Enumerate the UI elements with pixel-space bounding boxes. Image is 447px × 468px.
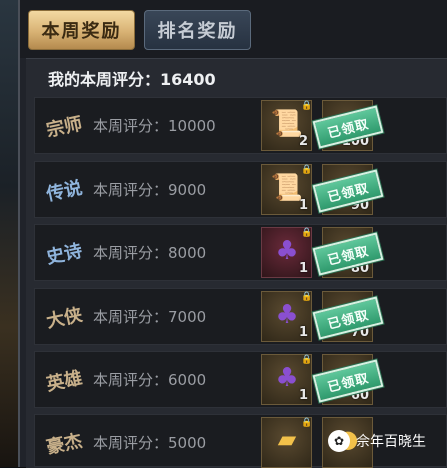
reward-item-slot[interactable]: 🔒 ♣ 1: [261, 354, 312, 405]
reward-row: 史诗 本周评分：8000 🔒 ♣ 1 ● 80 已领取: [34, 224, 447, 281]
tab-weekly-rewards[interactable]: 本周奖励: [28, 10, 135, 50]
row-score-label: 本周评分：10000: [93, 117, 216, 135]
item-count: 1: [298, 198, 308, 213]
watermark-text: 佘年百晓生: [356, 434, 426, 450]
reward-item-slot[interactable]: 🔒 ♣ 1: [261, 227, 312, 278]
reward-item-slot[interactable]: 🔒 ▰: [261, 417, 312, 468]
reward-row: 大侠 本周评分：7000 🔒 ♣ 1 ● 70 已领取: [34, 288, 447, 345]
row-score-label: 本周评分：6000: [93, 371, 207, 389]
claimed-stamp: 已领取: [312, 359, 384, 403]
claimed-stamp: 已领取: [312, 169, 384, 213]
background-scenery: [0, 0, 18, 467]
wechat-icon: ✿: [328, 430, 350, 452]
reward-row: 传说 本周评分：9000 🔒 📜 1 ● 90 已领取: [34, 161, 447, 218]
reward-row: 英雄 本周评分：6000 🔒 ♣ 1 ● 60 已领取: [34, 351, 447, 408]
row-score-label: 本周评分：5000: [93, 434, 207, 452]
row-score-label: 本周评分：9000: [93, 181, 207, 199]
tab-ranking-rewards[interactable]: 排名奖励: [144, 10, 251, 50]
reward-coin-slot[interactable]: ● 60 已领取: [312, 354, 384, 405]
watermark: ✿ 佘年百晓生: [328, 430, 426, 452]
item-count: 2: [298, 134, 308, 149]
claimed-stamp: 已领取: [312, 296, 384, 340]
rank-badge-icon: 宗师: [44, 113, 85, 142]
weekly-score-summary: 我的本周评分：16400: [48, 66, 216, 90]
rank-badge-icon: 大侠: [44, 304, 85, 333]
row-score-label: 本周评分：7000: [93, 308, 207, 326]
reward-coin-slot[interactable]: ● 100 已领取: [312, 100, 384, 151]
rank-badge-icon: 豪杰: [44, 430, 85, 459]
reward-item-slot[interactable]: 🔒 ♣ 1: [261, 291, 312, 342]
rank-badge-icon: 英雄: [44, 367, 85, 396]
reward-coin-slot[interactable]: ● 80 已领取: [312, 227, 384, 278]
claimed-stamp: 已领取: [312, 232, 384, 276]
reward-row: 宗师 本周评分：10000 🔒 📜 2 ● 100 已领取: [34, 97, 447, 154]
rank-badge-icon: 史诗: [44, 240, 85, 269]
item-count: 1: [298, 388, 308, 403]
reward-coin-slot[interactable]: ● 70 已领取: [312, 291, 384, 342]
row-score-label: 本周评分：8000: [93, 244, 207, 262]
weekly-score-value: 16400: [160, 70, 216, 89]
gold-ingot-icon: ▰: [277, 425, 297, 453]
rank-badge-icon: 传说: [44, 177, 85, 206]
reward-coin-slot[interactable]: ● 90 已领取: [312, 164, 384, 215]
reward-item-slot[interactable]: 🔒 📜 1: [261, 164, 312, 215]
reward-item-slot[interactable]: 🔒 📜 2: [261, 100, 312, 151]
item-count: 1: [298, 261, 308, 276]
weekly-score-label: 我的本周评分：: [48, 70, 161, 89]
tab-bar: 本周奖励 排名奖励: [20, 0, 447, 58]
item-count: 1: [298, 325, 308, 340]
